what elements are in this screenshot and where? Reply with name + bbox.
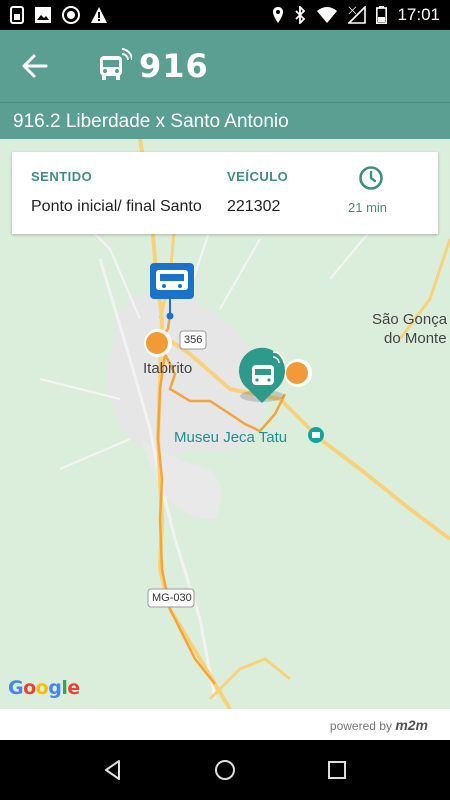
clock-time: 17:01	[397, 5, 440, 24]
trip-info-card: SENTIDO VEÍCULO Ponto inicial/ final San…	[12, 152, 438, 234]
home-circle-icon[interactable]	[213, 758, 237, 782]
road-number-mg030: MG-030	[152, 592, 192, 604]
clock-icon	[359, 166, 383, 190]
google-logo-letter: g	[48, 677, 62, 699]
vehicle-value: 221302	[227, 198, 281, 215]
route-bar: 916.2 Liberdade x Santo Antonio	[0, 102, 450, 139]
map-label-city: Itabirito	[143, 360, 193, 377]
vehicle-label: VEÍCULO	[227, 169, 289, 184]
battery-icon	[376, 6, 388, 24]
map-label-town-line1: São Gonça	[372, 311, 448, 328]
bluetooth-icon	[295, 6, 306, 24]
eta-value: 21 min	[348, 200, 388, 215]
system-nav-bar	[0, 740, 450, 800]
google-logo: Google	[8, 677, 80, 699]
sim-icon	[10, 6, 24, 24]
museum-poi-icon[interactable]	[308, 427, 324, 443]
google-logo-letter: e	[67, 677, 80, 699]
direction-label: SENTIDO	[31, 169, 93, 184]
recents-square-icon[interactable]	[325, 758, 349, 782]
vehicle-marker[interactable]	[239, 347, 285, 403]
stop-point[interactable]	[144, 329, 172, 357]
wifi-icon	[317, 7, 338, 23]
map-label-museum: Museu Jeca Tatu	[174, 429, 288, 446]
arrow-left-icon[interactable]	[20, 52, 50, 80]
google-logo-letter: G	[8, 677, 24, 699]
powered-by-bar: powered by m2m	[0, 709, 450, 739]
media-icon	[62, 6, 80, 24]
image-icon	[35, 7, 51, 23]
signal-icon	[348, 6, 367, 24]
map-label-town-line2: do Monte	[384, 330, 447, 347]
bus-realtime-icon	[100, 48, 132, 80]
google-logo-letter: o	[23, 677, 36, 699]
road-number-356: 356	[184, 334, 203, 346]
google-logo-letter: o	[35, 677, 49, 699]
route-name: 916.2 Liberdade x Santo Antonio	[13, 111, 289, 132]
warning-icon	[91, 7, 107, 23]
powered-by-label: powered by	[329, 719, 392, 733]
location-icon	[273, 7, 284, 23]
stop-point[interactable]	[284, 359, 312, 387]
app-bar: 916	[0, 30, 450, 102]
direction-value: Ponto inicial/ final Santo	[31, 198, 202, 215]
back-triangle-icon[interactable]	[101, 758, 125, 782]
brand-logo: m2m	[395, 717, 428, 733]
page-title: 916	[139, 47, 209, 85]
status-bar: 17:01	[0, 0, 450, 30]
powered-by-text: powered by m2m	[330, 717, 428, 733]
